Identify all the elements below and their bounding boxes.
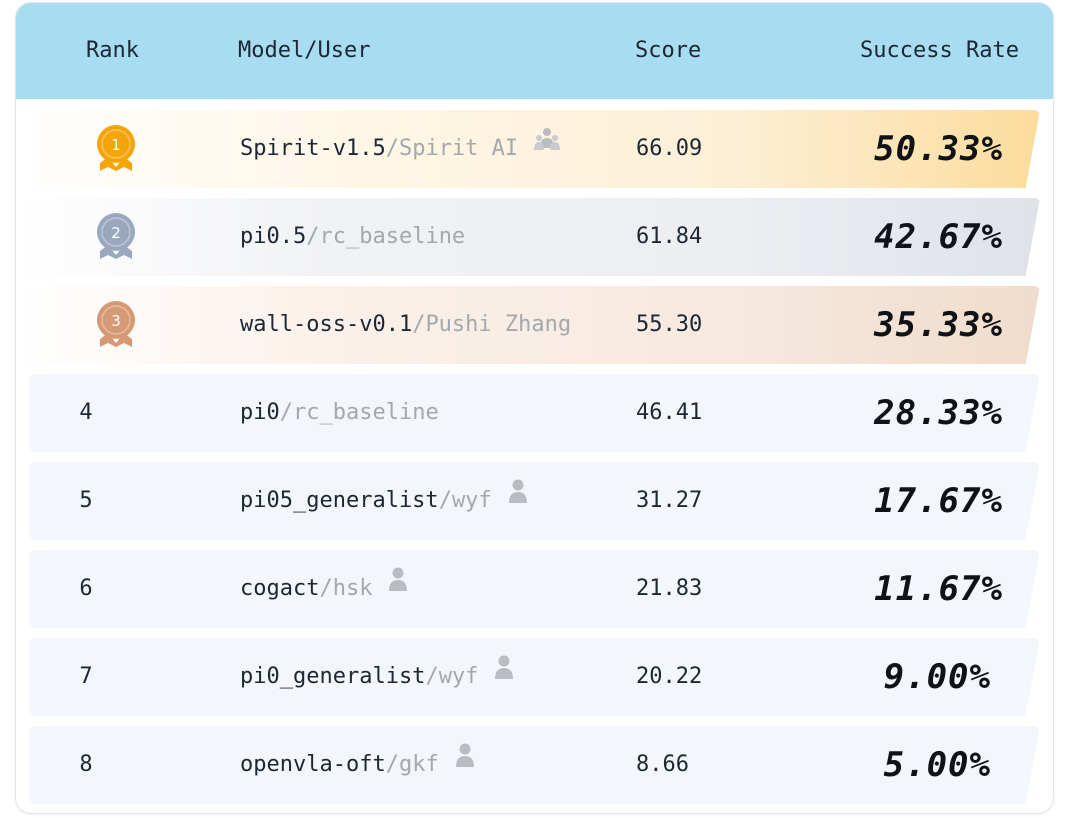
rank-value: 6 bbox=[79, 576, 93, 601]
model-name[interactable]: pi0 bbox=[240, 400, 280, 425]
success-rate-value: 5.00% bbox=[883, 745, 991, 785]
separator: / bbox=[385, 136, 399, 161]
success-rate-value: 9.00% bbox=[883, 657, 991, 697]
rank-value: 4 bbox=[79, 400, 93, 425]
model-name[interactable]: wall-oss-v0.1 bbox=[240, 312, 412, 337]
table-row[interactable]: 1 Spirit-v1.5/Spirit AI 66.09 50.33% bbox=[16, 110, 1053, 188]
leaderboard-header: Rank Model/User Score Success Rate bbox=[16, 3, 1053, 99]
success-rate-value: 50.33% bbox=[874, 129, 1003, 169]
score-value: 66.09 bbox=[636, 136, 703, 161]
person-icon bbox=[508, 459, 528, 537]
person-icon bbox=[494, 635, 514, 713]
user-name[interactable]: rc_baseline bbox=[319, 224, 465, 249]
svg-text:3: 3 bbox=[111, 312, 121, 330]
separator: / bbox=[279, 400, 293, 425]
success-rate-value: 28.33% bbox=[874, 393, 1003, 433]
user-name[interactable]: Pushi Zhang bbox=[425, 312, 571, 337]
success-rate-value: 11.67% bbox=[874, 569, 1003, 609]
score-value: 8.66 bbox=[636, 752, 689, 777]
score-value: 61.84 bbox=[636, 224, 703, 249]
silver-medal-icon: 2 bbox=[94, 211, 138, 263]
success-rate-column-header[interactable]: Success Rate bbox=[860, 3, 1019, 99]
table-row[interactable]: 7 pi0_generalist/wyf 20.22 9.00% bbox=[16, 638, 1053, 716]
leaderboard: Rank Model/User Score Success Rate 1 Spir… bbox=[15, 2, 1054, 814]
model-name[interactable]: pi0.5 bbox=[240, 224, 306, 249]
score-value: 20.22 bbox=[636, 664, 703, 689]
score-value: 46.41 bbox=[636, 400, 703, 425]
table-row[interactable]: 2 pi0.5/rc_baseline 61.84 42.67% bbox=[16, 198, 1053, 276]
separator: / bbox=[306, 224, 320, 249]
user-name[interactable]: Spirit AI bbox=[399, 136, 518, 161]
rank-value: 8 bbox=[79, 752, 93, 777]
group-icon bbox=[534, 107, 561, 185]
table-row[interactable]: 4 pi0/rc_baseline 46.41 28.33% bbox=[16, 374, 1053, 452]
success-rate-value: 17.67% bbox=[874, 481, 1003, 521]
model-user-cell: pi05_generalist/wyf bbox=[240, 462, 528, 540]
separator: / bbox=[319, 576, 333, 601]
person-icon bbox=[455, 723, 475, 801]
score-value: 31.27 bbox=[636, 488, 703, 513]
success-rate-value: 35.33% bbox=[874, 305, 1003, 345]
model-name[interactable]: Spirit-v1.5 bbox=[240, 136, 386, 161]
separator: / bbox=[425, 664, 439, 689]
separator: / bbox=[412, 312, 426, 337]
table-row[interactable]: 8 openvla-oft/gkf 8.66 5.00% bbox=[16, 726, 1053, 804]
rank-column-header[interactable]: Rank bbox=[86, 3, 139, 99]
person-icon bbox=[388, 547, 408, 625]
user-name[interactable]: wyf bbox=[439, 664, 479, 689]
model-user-cell: cogact/hsk bbox=[240, 550, 408, 628]
score-value: 21.83 bbox=[636, 576, 703, 601]
table-row[interactable]: 3 wall-oss-v0.1/Pushi Zhang 55.30 35.33% bbox=[16, 286, 1053, 364]
model-name[interactable]: pi0_generalist bbox=[240, 664, 425, 689]
svg-text:2: 2 bbox=[111, 224, 121, 242]
model-user-cell: pi0/rc_baseline bbox=[240, 374, 439, 452]
user-name[interactable]: rc_baseline bbox=[293, 400, 439, 425]
user-name[interactable]: wyf bbox=[452, 488, 492, 513]
model-user-cell: pi0.5/rc_baseline bbox=[240, 198, 465, 276]
model-user-cell: openvla-oft/gkf bbox=[240, 726, 475, 804]
score-value: 55.30 bbox=[636, 312, 703, 337]
user-name[interactable]: hsk bbox=[333, 576, 373, 601]
table-row[interactable]: 5 pi05_generalist/wyf 31.27 17.67% bbox=[16, 462, 1053, 540]
model-name[interactable]: cogact bbox=[240, 576, 319, 601]
rank-value: 7 bbox=[79, 664, 93, 689]
model-user-column-header[interactable]: Model/User bbox=[238, 3, 370, 99]
model-name[interactable]: openvla-oft bbox=[240, 752, 386, 777]
model-name[interactable]: pi05_generalist bbox=[240, 488, 439, 513]
svg-text:1: 1 bbox=[111, 136, 121, 154]
separator: / bbox=[438, 488, 452, 513]
model-user-cell: pi0_generalist/wyf bbox=[240, 638, 514, 716]
gold-medal-icon: 1 bbox=[94, 123, 138, 175]
separator: / bbox=[385, 752, 399, 777]
user-name[interactable]: gkf bbox=[399, 752, 439, 777]
bronze-medal-icon: 3 bbox=[94, 299, 138, 351]
table-row[interactable]: 6 cogact/hsk 21.83 11.67% bbox=[16, 550, 1053, 628]
score-column-header[interactable]: Score bbox=[635, 3, 701, 99]
model-user-cell: Spirit-v1.5/Spirit AI bbox=[240, 107, 561, 188]
rank-value: 5 bbox=[79, 488, 93, 513]
success-rate-value: 42.67% bbox=[874, 217, 1003, 257]
model-user-cell: wall-oss-v0.1/Pushi Zhang bbox=[240, 286, 571, 364]
